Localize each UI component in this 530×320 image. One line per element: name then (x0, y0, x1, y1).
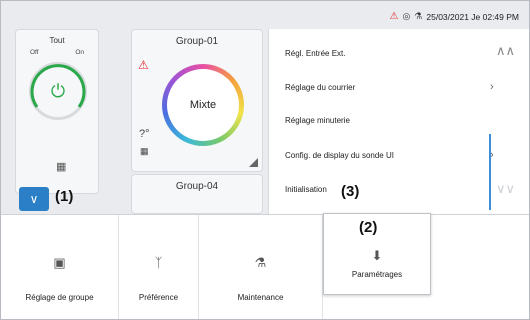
menu-item-ext-input[interactable]: Régl. Entrée Ext. (285, 49, 345, 58)
calendar-icon: ▦ (56, 161, 67, 173)
scrollbar[interactable] (489, 134, 491, 210)
collapse-menu-button[interactable]: ∨ (19, 187, 49, 211)
menu-item-initialisation[interactable]: Initialisation (285, 185, 327, 194)
off-label: Off (30, 49, 39, 56)
scroll-down-icon[interactable]: ∨∨ (496, 181, 515, 197)
menu-item-label: Réglage minuterie (285, 116, 350, 125)
settings-dropdown-menu: Régl. Entrée Ext. Réglage du courrier › … (268, 29, 529, 214)
menu-item-label: Réglage du courrier (285, 83, 356, 92)
menu-item-label: Régl. Entrée Ext. (285, 49, 346, 58)
menu-item-sensor-display[interactable]: Config. de display du sonde UI › (285, 149, 494, 161)
filter-status-icon: ?° (139, 128, 150, 140)
preference-icon: ᛉ (154, 255, 163, 270)
group-settings-button[interactable]: ▣ Réglage de groupe (1, 215, 119, 319)
status-bar: ⚠ ◎ ⚗ 25/03/2021 Je 02:49 PM (389, 11, 519, 22)
group-tile-01[interactable]: Group-01 ⚠ Mixte ?° ▦ (131, 29, 263, 172)
schedule-icon: ▦ (140, 146, 149, 156)
status-datetime: 25/03/2021 Je 02:49 PM (426, 11, 519, 22)
app-window: ⚠ ◎ ⚗ 25/03/2021 Je 02:49 PM Tout Off On… (0, 0, 530, 320)
all-power-dial[interactable]: ⏻ (29, 62, 87, 120)
bottom-nav-bar: ▣ Réglage de groupe ᛉ Préférence ⚗ Maint… (1, 213, 529, 319)
group-title: Group-04 (175, 181, 219, 192)
button-label: Paramétrages (351, 270, 403, 279)
button-label: Préférence (138, 293, 179, 302)
chevron-down-icon: ∨ (29, 192, 39, 206)
menu-item-label: Initialisation (285, 185, 327, 194)
callout-3: (3) (341, 183, 360, 200)
menu-item-label: Config. de display du sonde UI (285, 151, 394, 160)
chevron-right-icon: › (490, 81, 494, 93)
all-units-title: Tout (49, 36, 65, 45)
maintenance-icon: ⚗ (254, 255, 267, 270)
all-units-panel[interactable]: Tout Off On ⏻ ▦ (15, 29, 99, 194)
mode-ring[interactable]: Mixte (162, 64, 244, 146)
alert-icon: ⚠ (138, 58, 149, 72)
preference-button[interactable]: ᛉ Préférence (119, 215, 199, 319)
on-label: On (75, 49, 84, 56)
mode-label: Mixte (167, 69, 239, 141)
power-icon: ⏻ (50, 80, 66, 101)
maintenance-icon: ⚗ (414, 11, 423, 21)
menu-item-timer-settings[interactable]: Réglage minuterie (285, 116, 350, 125)
maintenance-button[interactable]: ⚗ Maintenance (199, 215, 323, 319)
warning-icon[interactable]: ⚠ (389, 11, 398, 22)
group-title: Group-01 (175, 36, 219, 47)
scroll-up-icon[interactable]: ∧∧ (496, 43, 515, 59)
button-label: Réglage de groupe (25, 293, 94, 302)
group-tile-04[interactable]: Group-04 (131, 174, 263, 214)
corner-indicator (249, 158, 258, 167)
settings-download-icon: ⬇ (371, 248, 383, 263)
callout-2: (2) (359, 219, 378, 236)
callout-1: (1) (55, 188, 74, 205)
network-icon: ◎ (402, 11, 411, 21)
menu-item-mail-settings[interactable]: Réglage du courrier › (285, 81, 494, 93)
group-settings-icon: ▣ (53, 255, 66, 270)
button-label: Maintenance (237, 293, 284, 302)
